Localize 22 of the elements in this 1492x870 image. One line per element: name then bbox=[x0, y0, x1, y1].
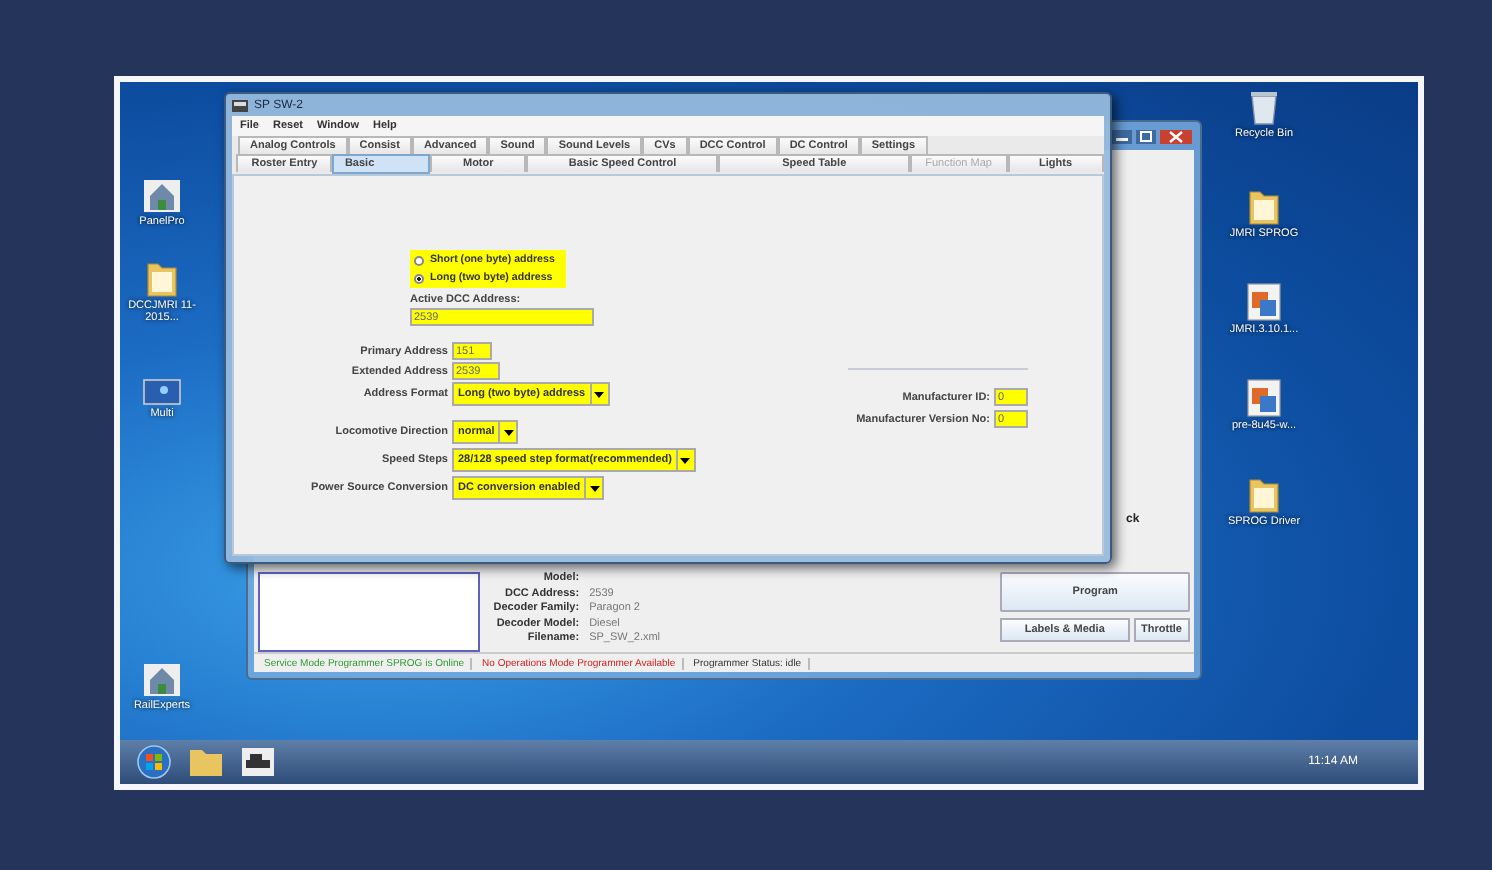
radio-button[interactable] bbox=[414, 255, 424, 265]
caret-icon bbox=[680, 457, 691, 463]
house-icon[interactable] bbox=[142, 178, 182, 214]
program-icon[interactable] bbox=[1246, 378, 1282, 418]
maximize-icon[interactable] bbox=[1136, 129, 1156, 143]
caret-icon bbox=[589, 485, 600, 491]
minimize-icon[interactable] bbox=[1112, 129, 1132, 143]
train-icon[interactable] bbox=[240, 746, 276, 778]
folder-icon[interactable] bbox=[146, 258, 178, 298]
house-icon[interactable] bbox=[142, 662, 182, 698]
caret-icon bbox=[594, 391, 605, 397]
recycle-bin-icon[interactable] bbox=[1250, 90, 1278, 126]
program-icon[interactable] bbox=[1246, 282, 1282, 322]
window-icon[interactable] bbox=[142, 378, 182, 406]
close-icon[interactable] bbox=[1160, 129, 1192, 143]
start-button-icon[interactable] bbox=[136, 744, 172, 780]
caret-icon bbox=[503, 429, 514, 435]
folder-icon[interactable] bbox=[1248, 474, 1280, 514]
folder-icon[interactable] bbox=[188, 746, 224, 778]
app-icon bbox=[232, 99, 248, 111]
folder-icon[interactable] bbox=[1248, 186, 1280, 226]
radio-button[interactable] bbox=[414, 273, 424, 283]
